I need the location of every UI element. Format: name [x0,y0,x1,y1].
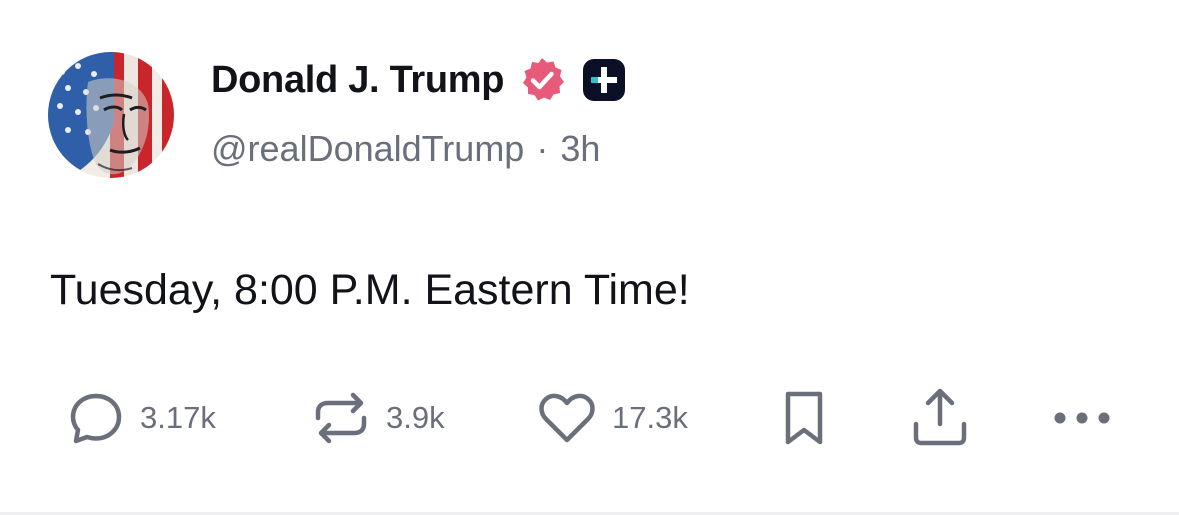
share-icon [913,388,967,446]
avatar-flag-portrait-icon [48,52,174,178]
retruth-count: 3.9k [386,400,445,435]
post-body-text: Tuesday, 8:00 P.M. Eastern Time! [50,266,690,314]
more-options-button[interactable] [1052,386,1112,450]
retruth-button[interactable]: 3.9k [310,386,445,450]
author-avatar[interactable] [48,52,174,178]
post-action-bar: 3.17k 3.9k 17.3k [66,386,1126,450]
separator-dot: · [536,128,549,169]
post-timestamp[interactable]: 3h [560,128,600,170]
bookmark-button[interactable] [774,386,834,450]
like-count: 17.3k [612,400,688,435]
author-handle-row: @realDonaldTrump · 3h [211,128,600,170]
plus-badge-icon [580,56,628,104]
author-name-row: Donald J. Trump [211,56,628,104]
more-icon [1054,412,1110,424]
author-handle[interactable]: @realDonaldTrump [211,128,524,170]
post-card: Donald J. Trump @realDonaldTrump · 3h Tu… [0,0,1179,515]
like-button[interactable]: 17.3k [536,386,688,450]
heart-icon [539,393,595,443]
retruth-icon [315,392,367,444]
reply-count: 3.17k [140,400,216,435]
reply-button[interactable]: 3.17k [66,386,216,450]
reply-icon [70,393,122,444]
author-display-name[interactable]: Donald J. Trump [211,59,505,102]
verified-badge-icon [518,56,566,104]
bookmark-icon [785,391,823,445]
share-button[interactable] [910,386,970,450]
